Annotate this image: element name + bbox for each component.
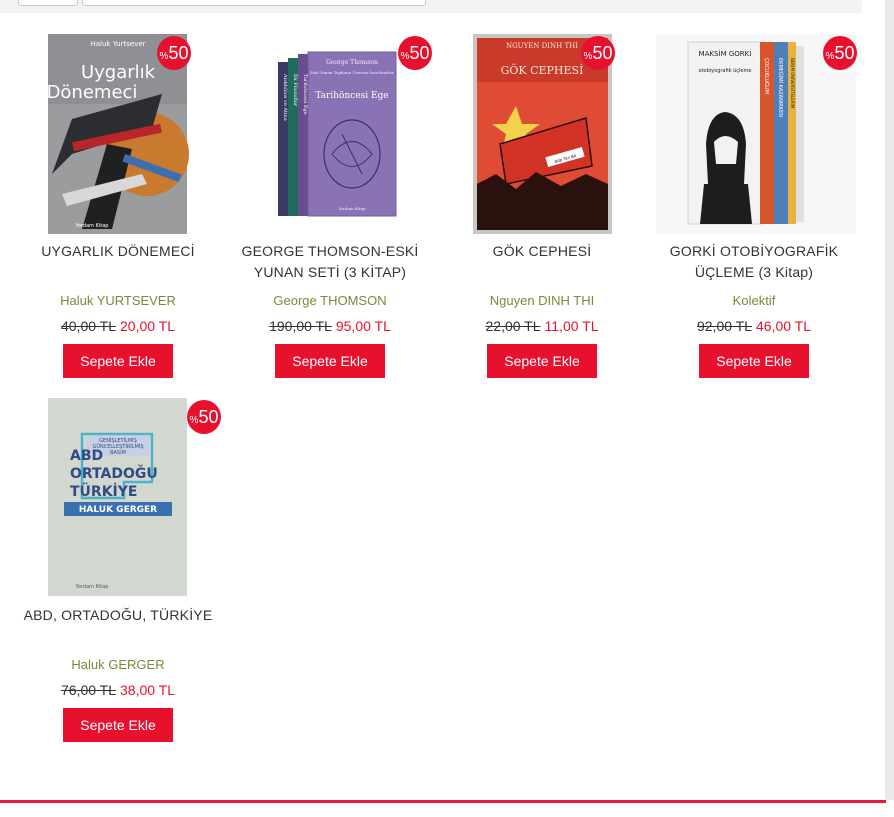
cover-title-line2: ORTADOĞU (70, 464, 158, 482)
search-input[interactable] (82, 0, 426, 6)
product-price: 76,00 TL 38,00 TL (12, 682, 224, 698)
discount-percent-sign: % (400, 50, 410, 62)
discount-value: 50 (198, 406, 219, 427)
edition-text: GENİŞLETİLMİŞ (99, 437, 137, 444)
spine-text: BENİM ÜNİVERSİTELERİM (790, 58, 795, 109)
product-author[interactable]: Haluk YURTSEVER (12, 293, 224, 308)
product-title[interactable]: GÖK CEPHESİ (436, 241, 648, 262)
new-price: 11,00 TL (544, 318, 599, 334)
spine-text: Tarihöncesi Ege (302, 74, 308, 115)
filter-bar (0, 0, 862, 13)
product-title[interactable]: GORKİ OTOBİYOGRAFİK ÜÇLEME (3 Kitap) (648, 241, 860, 283)
book-cover-uygarlik[interactable]: Haluk Yurtsever Uygarlık Dönemeci Yordam… (12, 34, 224, 234)
cover-author-text: NGUYEN DINH THI (506, 42, 578, 50)
product-card: NGUYEN DINH THI GÖK CEPHESİ Bớp Tan Bố %… (436, 34, 648, 384)
old-price: 40,00 TL (60, 318, 116, 334)
product-card: George Thomson Eski Yunan Toplumu Üzerin… (224, 34, 436, 384)
cover-author-text: MAKSİM GORKİ (699, 49, 752, 58)
discount-value: 50 (592, 42, 613, 63)
sort-select[interactable] (18, 0, 78, 6)
discount-value: 50 (834, 42, 855, 63)
discount-percent-sign: % (189, 414, 199, 426)
cover-title: otobiyografik üçleme (699, 68, 752, 74)
cover-author-text: George Thomson (326, 59, 378, 66)
new-price: 95,00 TL (335, 318, 391, 334)
add-to-cart-button[interactable]: Sepete Ekle (63, 344, 173, 378)
vertical-scrollbar[interactable] (885, 0, 894, 800)
discount-badge: % 50 (823, 36, 857, 70)
product-author[interactable]: George THOMSON (224, 293, 436, 308)
product-price: 22,00 TL 11,00 TL (436, 318, 648, 334)
discount-badge: % 50 (187, 400, 221, 434)
cover-title-line1: ABD (70, 448, 103, 464)
spine-text: Aiskhülos ve Atina (282, 73, 288, 121)
cover-publisher: Yordam Kitap (75, 584, 109, 590)
edition-text: BASIM (110, 450, 126, 456)
cover-subtitle: Eski Yunan Toplumu Üzerine İncelemeler (310, 70, 394, 75)
new-price: 38,00 TL (120, 682, 176, 698)
cover-title: GÖK CEPHESİ (501, 63, 584, 77)
old-price: 76,00 TL (60, 682, 116, 698)
cover-author-text: HALUK GERGER (79, 505, 157, 515)
cover-title-line2: Dönemeci (47, 82, 138, 103)
discount-value: 50 (409, 42, 430, 63)
old-price: 92,00 TL (696, 318, 752, 334)
product-author[interactable]: Nguyen DINH THI (436, 293, 648, 308)
add-to-cart-button[interactable]: Sepete Ekle (63, 708, 173, 742)
spine-text: ÇOCUKLUĞUM (763, 58, 770, 94)
cover-title-line3: TÜRKİYE (70, 482, 137, 500)
spine-text: İlk Filozoflar (292, 74, 299, 107)
add-to-cart-button[interactable]: Sepete Ekle (699, 344, 809, 378)
product-title[interactable]: GEORGE THOMSON-ESKİ YUNAN SETİ (3 KİTAP) (224, 241, 436, 283)
product-price: 92,00 TL 46,00 TL (648, 318, 860, 334)
footer-divider (0, 800, 886, 803)
cover-title: Tarihöncesi Ege (315, 91, 388, 101)
new-price: 20,00 TL (120, 318, 176, 334)
product-author[interactable]: Kolektif (648, 293, 860, 308)
old-price: 190,00 TL (269, 318, 332, 334)
product-price: 40,00 TL 20,00 TL (12, 318, 224, 334)
discount-badge: % 50 (581, 36, 615, 70)
discount-percent-sign: % (159, 50, 169, 62)
cover-author-text: Haluk Yurtsever (90, 40, 145, 48)
book-cover-gok[interactable]: NGUYEN DINH THI GÖK CEPHESİ Bớp Tan Bố (436, 34, 648, 234)
discount-badge: % 50 (157, 36, 191, 70)
discount-badge: % 50 (398, 36, 432, 70)
product-card: Haluk Yurtsever Uygarlık Dönemeci Yordam… (12, 34, 224, 384)
cover-title-line1: Uygarlık (81, 62, 156, 83)
product-author[interactable]: Haluk GERGER (12, 657, 224, 672)
new-price: 46,00 TL (756, 318, 812, 334)
old-price: 22,00 TL (485, 318, 541, 334)
add-to-cart-button[interactable]: Sepete Ekle (487, 344, 597, 378)
cover-publisher: Yordam Kitap (337, 206, 366, 211)
product-title[interactable]: UYGARLIK DÖNEMECİ (12, 241, 224, 262)
spine-text: EKMEĞİMİ KAZANIRKEN (777, 58, 784, 117)
discount-value: 50 (168, 42, 189, 63)
product-card: MAKSİM GORKİ otobiyografik üçleme ÇOCUKL… (648, 34, 860, 384)
discount-percent-sign: % (825, 50, 835, 62)
product-price: 190,00 TL 95,00 TL (224, 318, 436, 334)
discount-percent-sign: % (583, 50, 593, 62)
product-card: GENİŞLETİLMİŞ GÜNCELLEŞTİRİLMİŞ BASIM AB… (12, 398, 224, 748)
cover-publisher: Yordam Kitap (75, 223, 109, 229)
add-to-cart-button[interactable]: Sepete Ekle (275, 344, 385, 378)
product-title[interactable]: ABD, ORTADOĞU, TÜRKİYE (12, 605, 224, 626)
